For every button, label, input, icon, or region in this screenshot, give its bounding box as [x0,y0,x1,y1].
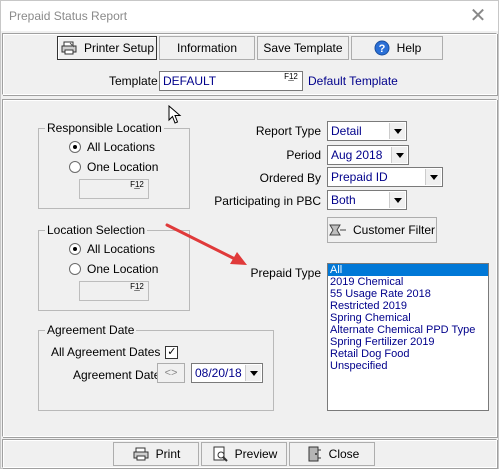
prepaid-type-item[interactable]: Spring Chemical [328,312,488,324]
date-dropdown-icon[interactable] [245,365,261,381]
prepaid-type-item[interactable]: Spring Fertilizer 2019 [328,336,488,348]
prepaid-status-report-window: Prepaid Status Report ✕ Printer Setup In… [0,0,499,469]
compare-label: <> [164,367,178,379]
window-title: Prepaid Status Report [9,9,128,23]
svg-text:?: ? [378,43,385,55]
agreement-date-legend: Agreement Date [47,323,135,337]
prepaid-type-item[interactable]: Unspecified [328,360,488,372]
customer-filter-label: Customer Filter [352,223,435,237]
information-label: Information [176,41,238,55]
close-label: Close [328,447,360,461]
close-door-icon [305,446,323,462]
print-label: Print [155,447,181,461]
radio-label: One Location [87,160,159,174]
location-selection-legend: Location Selection [47,223,146,237]
responsible-location-legend: Responsible Location [47,121,162,135]
ordered-by-label: Ordered By [259,171,321,185]
chevron-down-icon[interactable] [389,192,405,208]
prepaid-type-items: All 2019 Chemical 55 Usage Rate 2018 Restri… [328,264,488,372]
chevron-down-icon[interactable] [391,147,407,163]
preview-icon [211,446,229,462]
radio-unselected-icon [69,161,81,173]
prepaid-type-item[interactable]: 55 Usage Rate 2018 [328,288,488,300]
help-label: Help [396,41,422,55]
ordered-by-select[interactable]: Prepaid ID [327,167,443,187]
radio-label: All Locations [87,140,156,154]
save-template-label: Save Template [263,41,343,55]
printer-setup-button[interactable]: Printer Setup [57,36,157,60]
selection-f12-lookup[interactable]: F12 ‾‾ [127,283,147,299]
prepaid-type-item[interactable]: All [328,264,488,276]
report-type-value: Detail [331,124,362,138]
checkmark-icon: ✓ [165,345,179,359]
template-f12-lookup[interactable]: F12 ‾‾ [281,73,301,89]
preview-label: Preview [234,447,278,461]
ordered-by-value: Prepaid ID [331,170,388,184]
all-agreement-dates-checkbox[interactable]: All Agreement Dates ✓ [51,345,179,359]
close-window-icon[interactable]: ✕ [458,1,498,31]
report-type-select[interactable]: Detail [327,121,407,141]
printer-setup-label: Printer Setup [83,41,155,55]
participating-pbc-label: Participating in PBC [214,194,321,208]
prepaid-type-item[interactable]: Retail Dog Food [328,348,488,360]
responsible-one-location-radio[interactable]: One Location [69,160,158,174]
radio-selected-icon [69,243,81,255]
agreement-date-picker[interactable]: 08/20/18 [191,363,263,383]
preview-button[interactable]: Preview [201,442,287,466]
radio-selected-icon [69,141,81,153]
all-agreement-dates-label: All Agreement Dates [51,345,161,359]
printer-icon [132,446,150,462]
selection-all-locations-radio[interactable]: All Locations [69,242,155,256]
radio-label: One Location [87,262,159,276]
prepaid-type-item[interactable]: Alternate Chemical PPD Type [328,324,488,336]
filter-icon [329,222,347,238]
radio-label: All Locations [87,242,156,256]
agreement-date-label: Agreement Date [73,368,161,382]
selection-location-input[interactable]: F12 ‾‾ [79,281,149,301]
prepaid-type-item[interactable]: Restricted 2019 [328,300,488,312]
information-button[interactable]: Information [159,36,255,60]
printer-icon [60,40,78,56]
radio-unselected-icon [69,263,81,275]
template-input[interactable]: DEFAULT F12 ‾‾ [159,71,303,91]
chevron-down-icon[interactable] [425,169,441,185]
responsible-location-input[interactable]: F12 ‾‾ [79,179,149,199]
selection-one-location-radio[interactable]: One Location [69,262,158,276]
title-bar: Prepaid Status Report ✕ [1,1,498,31]
chevron-down-icon[interactable] [389,123,405,139]
date-compare-button[interactable]: <> [157,363,185,383]
prepaid-type-list[interactable]: All 2019 Chemical 55 Usage Rate 2018 Restri… [327,263,489,411]
customer-filter-button[interactable]: Customer Filter [327,217,437,243]
prepaid-type-label: Prepaid Type [250,266,322,280]
save-template-button[interactable]: Save Template [257,36,349,60]
help-icon: ? [373,40,391,56]
report-type-label: Report Type [255,124,321,138]
mouse-cursor-icon [168,105,182,124]
print-button[interactable]: Print [113,442,199,466]
period-value: Aug 2018 [331,148,383,162]
template-description: Default Template [308,74,398,88]
period-label: Period [286,148,321,162]
period-select[interactable]: Aug 2018 [327,145,409,165]
participating-pbc-value: Both [331,193,356,207]
prepaid-type-item[interactable]: 2019 Chemical [328,276,488,288]
responsible-all-locations-radio[interactable]: All Locations [69,140,155,154]
responsible-f12-lookup[interactable]: F12 ‾‾ [127,181,147,197]
help-button[interactable]: ? Help [351,36,443,60]
close-button[interactable]: Close [289,442,375,466]
template-value: DEFAULT [163,74,217,88]
participating-pbc-select[interactable]: Both [327,190,407,210]
agreement-date-value: 08/20/18 [195,366,242,380]
template-label: Template [109,74,158,88]
